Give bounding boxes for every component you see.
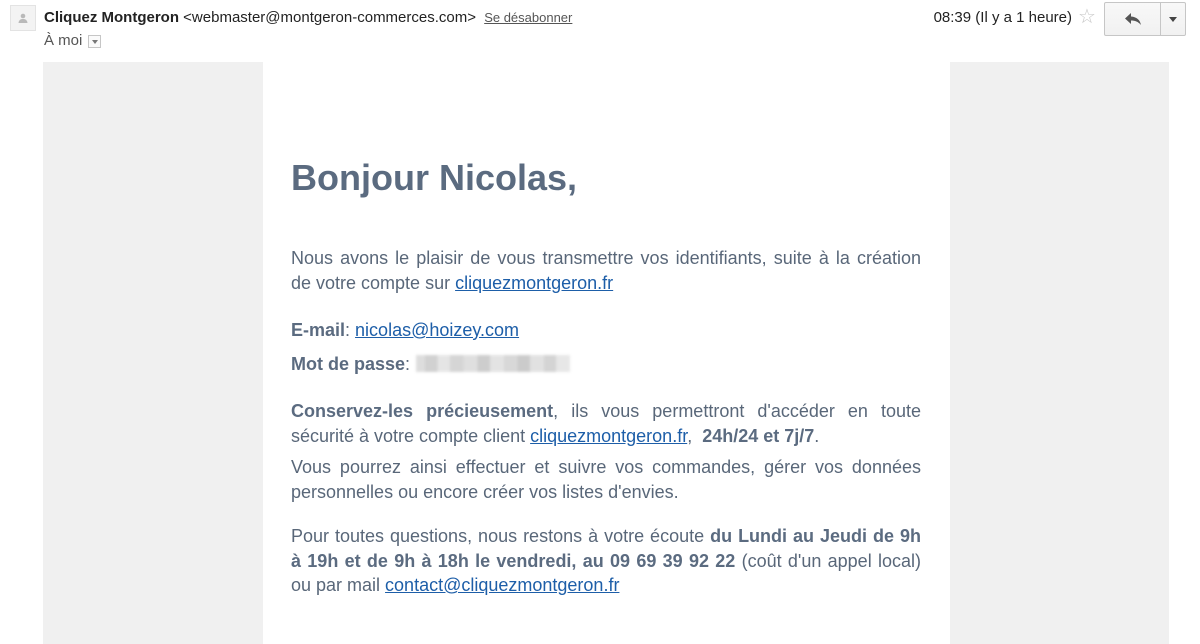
sender-name: Cliquez Montgeron <box>44 9 179 26</box>
email-label: E-mail <box>291 320 346 340</box>
email-address-link[interactable]: nicolas@hoizey.com <box>355 320 519 340</box>
blurred-password <box>416 355 571 372</box>
sender-avatar <box>10 5 36 31</box>
client-account-link[interactable]: cliquezmontgeron.fr <box>530 426 687 446</box>
sender-email: <webmaster@montgeron-commerces.com> <box>183 9 477 26</box>
unsubscribe-link[interactable]: Se désabonner <box>484 10 572 25</box>
greeting-heading: Bonjour Nicolas, <box>291 157 578 198</box>
password-label: Mot de passe <box>291 354 406 374</box>
keep-bold-text: Conservez-les précieusement <box>291 401 554 421</box>
site-link[interactable]: cliquezmontgeron.fr <box>455 273 613 293</box>
more-actions-button[interactable] <box>1161 3 1185 35</box>
reply-arrow-icon <box>1124 13 1141 25</box>
keep-safe-paragraph: Conservez-les précieusement, ils vous pe… <box>291 401 922 446</box>
recipient-line: À moi <box>44 32 102 50</box>
timestamp: 08:39 (Il y a 1 heure) <box>933 9 1072 26</box>
contact-email-link[interactable]: contact@cliquezmontgeron.fr <box>385 575 619 595</box>
reply-button-group <box>1104 2 1186 36</box>
email-view: Cliquez Montgeron <webmaster@montgeron-c… <box>0 0 1200 644</box>
contact-text-start: Pour toutes questions, nous restons à vo… <box>291 526 711 546</box>
sender-line: Cliquez Montgeron <webmaster@montgeron-c… <box>44 9 572 27</box>
password-credential: Mot de passe: <box>291 352 921 377</box>
intro-paragraph: Nous avons le plaisir de vous transmettr… <box>291 246 921 295</box>
recipient-details-dropdown[interactable] <box>88 34 102 48</box>
availability-text: 24h/24 et 7j/7 <box>702 425 815 446</box>
recipient-label: À moi <box>44 32 83 49</box>
manage-paragraph: Vous pourrez ainsi effectuer et suivre v… <box>291 457 921 502</box>
reply-button[interactable] <box>1105 3 1161 35</box>
person-icon <box>18 13 28 23</box>
contact-paragraph: Pour toutes questions, nous restons à vo… <box>291 524 921 598</box>
email-credential: E-mail: nicolas@hoizey.com <box>291 320 520 340</box>
chevron-down-icon <box>1169 16 1177 22</box>
star-icon[interactable]: ☆ <box>1078 7 1096 27</box>
